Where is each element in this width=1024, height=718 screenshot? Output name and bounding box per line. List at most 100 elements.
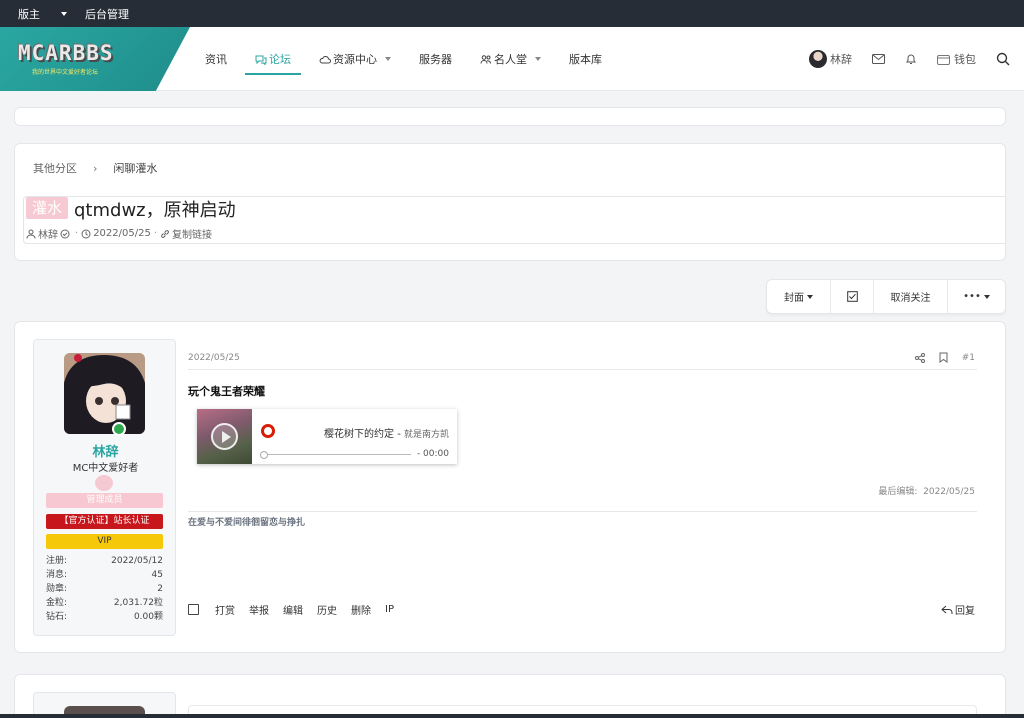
last-edit-label: 最后编辑: — [878, 487, 918, 497]
delete-button[interactable]: 删除 — [351, 602, 371, 617]
play-icon[interactable] — [211, 423, 238, 450]
stat-value: 2022/05/12 — [111, 556, 163, 566]
nav-links: 资讯 论坛 资源中心 服务器 名人堂 版本库 — [195, 27, 620, 91]
avatar[interactable] — [64, 353, 145, 434]
cover-label: 封面 — [784, 293, 804, 304]
stat-label: 钻石: — [46, 612, 68, 622]
breadcrumb: 其他分区 › 闲聊灌水 — [33, 160, 157, 176]
stat-label: 金粒: — [46, 598, 68, 608]
progress-bar[interactable] — [260, 451, 411, 459]
edit-button[interactable]: 编辑 — [283, 602, 303, 617]
chevron-down-icon — [385, 57, 391, 61]
chevron-down-icon — [807, 294, 813, 299]
post-number[interactable]: #1 — [962, 353, 975, 363]
post-tools: #1 — [901, 352, 975, 363]
logo-text: MCARBBS — [18, 41, 114, 65]
tip-button[interactable]: 打赏 — [215, 602, 235, 617]
nav-resources[interactable]: 资源中心 — [309, 27, 401, 91]
history-button[interactable]: 历史 — [317, 602, 337, 617]
user-panel: 林辞 MC中文爱好者 管理成员 【官方认证】站长认证 VIP 注册: 2022/0… — [33, 339, 176, 636]
avatar — [809, 50, 827, 68]
album-cover — [197, 409, 252, 464]
wallet-button[interactable]: 钱包 — [937, 51, 976, 67]
messages-button[interactable] — [872, 54, 885, 64]
moderator-label: 版主 — [18, 7, 40, 21]
unfollow-button[interactable]: 取消关注 — [874, 280, 948, 313]
nav-servers[interactable]: 服务器 — [409, 27, 462, 91]
play-time: - 00:00 — [416, 449, 449, 459]
mail-icon — [872, 54, 885, 64]
stat-value: 2 — [157, 584, 163, 594]
copy-link[interactable]: 复制链接 — [172, 226, 212, 241]
cloud-icon — [319, 55, 331, 63]
ip-button[interactable]: IP — [385, 604, 394, 615]
stat-label: 勋章: — [46, 584, 68, 594]
select-button[interactable] — [831, 280, 874, 313]
reply-label: 回复 — [955, 606, 975, 617]
group-badge: 管理成员 — [46, 493, 163, 508]
reply-button[interactable]: 回复 — [941, 602, 975, 617]
stat-row: 钻石: 0.00颗 — [46, 610, 163, 624]
breadcrumb-separator: › — [93, 161, 98, 175]
song-artist: 就是南方凯 — [403, 430, 449, 440]
netease-music-icon — [261, 424, 275, 438]
admin-link[interactable]: 后台管理 — [85, 6, 129, 22]
notice-card — [14, 107, 1006, 126]
post-author-name[interactable]: 林辞 — [34, 441, 177, 460]
share-button[interactable] — [914, 352, 925, 363]
user-title: MC中文爱好者 — [72, 463, 139, 474]
chevron-down-icon — [535, 57, 541, 61]
stat-row: 勋章: 2 — [46, 582, 163, 596]
user-menu[interactable]: 林辞 — [809, 50, 852, 68]
search-button[interactable] — [996, 52, 1010, 66]
nav-user-area: 林辞 钱包 — [809, 27, 1024, 91]
stat-label: 注册: — [46, 556, 68, 566]
post-date[interactable]: 2022/05/25 — [188, 353, 240, 363]
moderator-menu[interactable]: 版主 — [18, 6, 67, 22]
top-bar: 版主 后台管理 — [0, 0, 1024, 27]
breadcrumb-parent[interactable]: 其他分区 — [33, 160, 77, 176]
level-badge-icon — [95, 475, 113, 491]
post-footer: 打赏 举报 编辑 历史 删除 IP — [188, 602, 408, 617]
more-button[interactable]: ••• — [948, 280, 1005, 313]
user-icon — [26, 229, 36, 239]
window-edge — [0, 714, 1024, 718]
thread-author[interactable]: 林辞 — [38, 226, 58, 241]
nav-versions[interactable]: 版本库 — [559, 27, 612, 91]
select-post-checkbox[interactable] — [188, 604, 199, 615]
nav-hall-of-fame-label: 名人堂 — [494, 53, 527, 66]
post-card: 林辞 MC中文爱好者 管理成员 【官方认证】站长认证 VIP 注册: 2022/0… — [14, 321, 1006, 653]
main-navbar: MCARBBS 我的世界中文爱好者论坛 资讯 论坛 资源中心 服务器 名人堂 版… — [0, 27, 1024, 91]
cover-button[interactable]: 封面 — [767, 280, 831, 313]
nav-hall-of-fame[interactable]: 名人堂 — [470, 27, 551, 91]
more-label: ••• — [963, 291, 981, 302]
chevron-down-icon — [983, 294, 990, 299]
page-title: qtmdwz，原神启动 — [74, 200, 236, 221]
online-status-icon — [112, 422, 126, 436]
nav-news[interactable]: 资讯 — [195, 27, 237, 91]
search-icon — [996, 52, 1010, 66]
nav-resources-label: 资源中心 — [333, 53, 377, 66]
bookmark-button[interactable] — [939, 352, 948, 363]
user-stats: 注册: 2022/05/12 消息: 45 勋章: 2 金粒: 2,031.72粒 钻石… — [46, 554, 163, 624]
divider — [188, 369, 977, 370]
nav-servers-label: 服务器 — [419, 53, 452, 66]
post-card — [14, 674, 1006, 718]
notifications-button[interactable] — [905, 53, 917, 65]
bookmark-icon — [939, 352, 948, 363]
nav-forum[interactable]: 论坛 — [245, 27, 301, 91]
report-button[interactable]: 举报 — [249, 602, 269, 617]
nav-forum-label: 论坛 — [269, 53, 291, 66]
nav-username: 林辞 — [830, 53, 852, 66]
last-edit-date: 2022/05/25 — [923, 487, 975, 497]
verified-icon — [60, 229, 70, 238]
stat-value: 2,031.72粒 — [113, 598, 163, 608]
reply-icon — [941, 605, 953, 614]
stat-row: 注册: 2022/05/12 — [46, 554, 163, 568]
thread-action-bar: 封面 取消关注 ••• — [766, 279, 1006, 314]
thread-date: 2022/05/25 — [93, 228, 151, 239]
breadcrumb-current[interactable]: 闲聊灌水 — [113, 160, 157, 176]
site-logo[interactable]: MCARBBS 我的世界中文爱好者论坛 — [0, 27, 190, 91]
song-info: 樱花树下的约定 - 就是南方凯 — [324, 425, 449, 440]
thread-prefix-badge[interactable]: 灌水 — [26, 197, 69, 219]
